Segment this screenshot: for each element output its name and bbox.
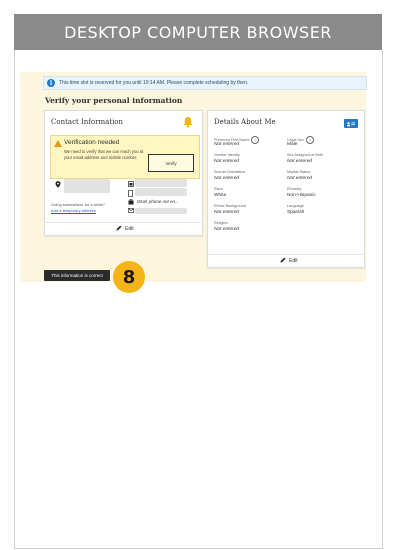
detail-label: Sexual Orientation: [214, 170, 246, 174]
contact-card-title: Contact Information: [51, 118, 124, 126]
detail-value: Not entered: [214, 227, 240, 232]
detail-label: Ethnic Background: [214, 204, 246, 208]
detail-value: Non-Hispanic: [287, 193, 316, 198]
warning-icon: [54, 140, 62, 147]
detail-value: Not entered: [287, 176, 313, 181]
detail-value: Not entered: [214, 159, 240, 164]
time-slot-alert: i This time slot is reserved for you unt…: [43, 76, 367, 90]
detail-value: Male: [287, 142, 298, 147]
pencil-icon: [280, 257, 286, 265]
details-card-title: Details About Me: [214, 118, 276, 126]
verify-button[interactable]: Verify: [148, 154, 194, 172]
bell-icon: [182, 116, 194, 128]
page-title: Verify your personal information: [45, 96, 183, 105]
contact-edit-label: Edit: [125, 226, 134, 232]
detail-label: Gender Identity: [214, 153, 240, 157]
address-redacted: [64, 179, 110, 193]
location-pin-icon: [55, 181, 61, 191]
detail-label: Sex Assigned at Birth: [287, 153, 324, 157]
banner-title: DESKTOP COMPUTER BROWSER: [14, 14, 382, 50]
detail-value: Not entered: [214, 176, 240, 181]
contact-edit-button[interactable]: Edit: [116, 225, 134, 233]
detail-label: Religion: [214, 221, 228, 225]
detail-value: Spanish: [287, 210, 305, 215]
info-circle-icon[interactable]: ?: [305, 136, 314, 144]
verification-message: We need to verify that we can reach you …: [64, 149, 144, 160]
alert-message: This time slot is reserved for you until…: [59, 80, 249, 86]
id-card-icon[interactable]: [344, 119, 358, 128]
detail-value: Not entered: [214, 210, 240, 215]
add-temporary-address-link[interactable]: Add a temporary address: [51, 208, 96, 213]
detail-label: Marital Status: [287, 170, 311, 174]
detail-label: Ethnicity: [287, 187, 302, 191]
email-redacted: [135, 208, 187, 214]
mobile-phone-redacted: [135, 188, 187, 196]
detail-label: Race: [214, 187, 223, 191]
detail-value: Not entered: [214, 142, 240, 147]
details-card-divider: [207, 254, 363, 255]
details-edit-button[interactable]: Edit: [280, 257, 298, 265]
work-phone-value: Work phone not en...: [137, 199, 179, 204]
detail-value: White: [214, 193, 227, 198]
pencil-icon: [116, 225, 122, 233]
home-phone-redacted: [135, 179, 187, 187]
detail-value: Not entered: [287, 159, 313, 164]
details-edit-label: Edit: [289, 258, 298, 264]
email-icon: [128, 208, 134, 216]
contact-card-divider: [44, 222, 201, 223]
temporary-address-prompt: Going somewhere for a while?: [51, 202, 106, 207]
details-about-me-card: [207, 110, 365, 268]
info-icon: i: [47, 79, 55, 87]
detail-label: Language: [287, 204, 304, 208]
work-phone-icon: [128, 199, 134, 208]
verification-title: Verification needed: [64, 139, 120, 146]
information-correct-button[interactable]: This information is correct: [44, 270, 110, 281]
step-number-badge: 8: [113, 261, 145, 293]
home-phone-icon: [128, 181, 134, 190]
info-circle-icon[interactable]: ?: [251, 136, 260, 144]
